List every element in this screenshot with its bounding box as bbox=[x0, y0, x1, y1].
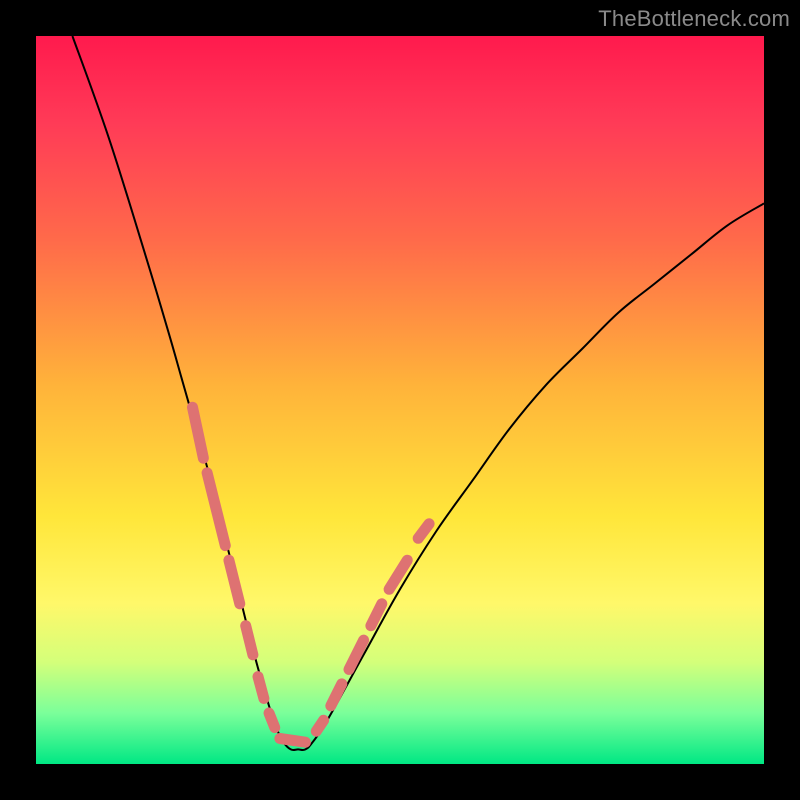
marker-segment bbox=[371, 604, 382, 626]
marker-segment bbox=[389, 560, 407, 589]
marker-group bbox=[193, 407, 430, 742]
watermark-text: TheBottleneck.com bbox=[598, 6, 790, 32]
marker-segment bbox=[331, 684, 342, 706]
marker-segment bbox=[269, 713, 275, 728]
marker-segment bbox=[258, 677, 264, 699]
marker-segment bbox=[246, 626, 253, 655]
marker-segment bbox=[418, 524, 429, 539]
bottleneck-curve bbox=[72, 36, 764, 750]
marker-segment bbox=[349, 640, 364, 669]
marker-segment bbox=[207, 473, 225, 546]
chart-overlay bbox=[36, 36, 764, 764]
chart-frame: TheBottleneck.com bbox=[0, 0, 800, 800]
marker-segment bbox=[229, 560, 240, 604]
plot-area bbox=[36, 36, 764, 764]
marker-segment bbox=[193, 407, 204, 458]
marker-segment bbox=[316, 720, 323, 731]
marker-segment bbox=[280, 739, 306, 743]
